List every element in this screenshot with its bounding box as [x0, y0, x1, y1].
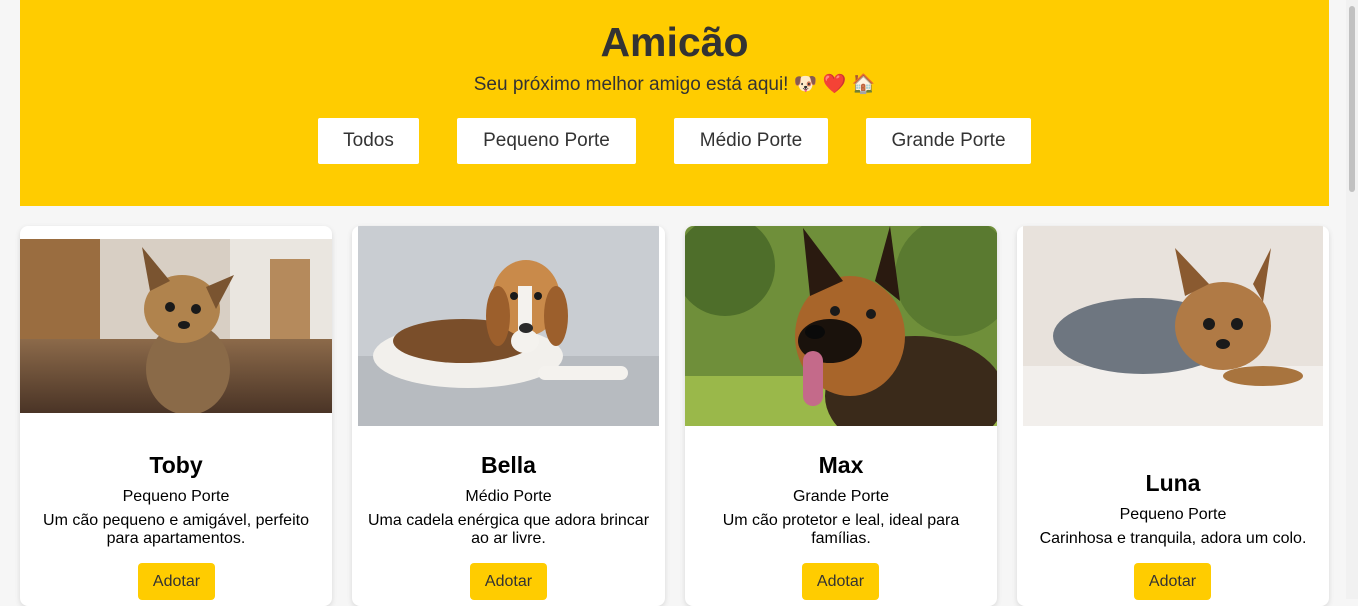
dog-photo-toby	[20, 239, 332, 413]
adopt-button-max[interactable]: Adotar	[802, 563, 879, 600]
site-header: Amicão Seu próximo melhor amigo está aqu…	[20, 0, 1329, 206]
dog-description: Carinhosa e tranquila, adora um colo.	[1039, 530, 1307, 547]
dog-description: Um cão pequeno e amigável, perfeito para…	[43, 512, 309, 547]
scrollbar-thumb[interactable]	[1349, 6, 1355, 192]
dog-photo-luna	[1023, 226, 1323, 426]
dog-size: Grande Porte	[792, 488, 890, 505]
dog-name: Max	[818, 452, 864, 478]
dog-name: Toby	[149, 452, 203, 478]
filter-bar: Todos Pequeno Porte Médio Porte Grande P…	[20, 118, 1329, 164]
filter-small-button[interactable]: Pequeno Porte	[457, 118, 636, 164]
page-title: Amicão	[600, 19, 749, 65]
adopt-button-luna[interactable]: Adotar	[1134, 563, 1211, 600]
filter-large-button[interactable]: Grande Porte	[866, 118, 1031, 164]
dog-card-bella: Bella Médio Porte Uma cadela enérgica qu…	[352, 226, 665, 606]
adopt-button-toby[interactable]: Adotar	[138, 563, 215, 600]
dog-name: Bella	[481, 452, 536, 478]
dog-description: Uma cadela enérgica que adora brincar ao…	[367, 512, 650, 547]
dog-photo-max	[685, 226, 997, 426]
dog-photo-bella	[358, 226, 659, 426]
dog-name: Luna	[1145, 470, 1201, 496]
dog-size: Médio Porte	[465, 488, 552, 505]
dog-card-toby: Toby Pequeno Porte Um cão pequeno e amig…	[20, 226, 332, 606]
dog-size: Pequeno Porte	[122, 488, 230, 505]
page-subtitle: Seu próximo melhor amigo está aqui! 🐶 ❤️…	[473, 74, 876, 95]
adopt-button-bella[interactable]: Adotar	[470, 563, 547, 600]
filter-medium-button[interactable]: Médio Porte	[674, 118, 828, 164]
dog-card-luna: Luna Pequeno Porte Carinhosa e tranquila…	[1017, 226, 1329, 606]
dog-card-max: Max Grande Porte Um cão protetor e leal,…	[685, 226, 997, 606]
dog-size: Pequeno Porte	[1119, 506, 1227, 523]
scrollbar[interactable]	[1346, 0, 1358, 599]
filter-all-button[interactable]: Todos	[318, 118, 419, 164]
dog-description: Um cão protetor e leal, ideal para famíl…	[722, 512, 960, 547]
